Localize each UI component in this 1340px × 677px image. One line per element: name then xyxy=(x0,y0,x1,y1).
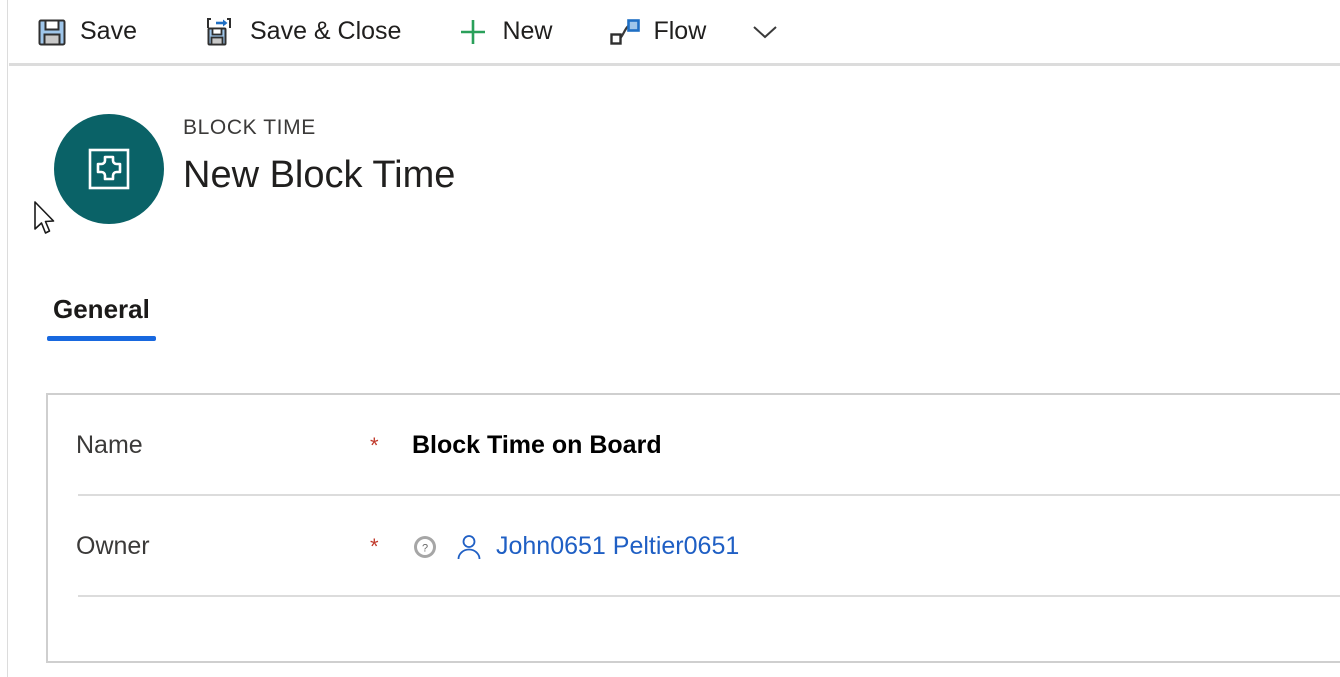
command-bar-overflow-button[interactable] xyxy=(742,4,788,60)
save-button[interactable]: Save xyxy=(31,4,143,60)
record-header: BLOCK TIME New Block Time xyxy=(9,69,1340,284)
name-field-value[interactable]: Block Time on Board xyxy=(412,431,662,460)
tab-general-label: General xyxy=(53,294,150,324)
owner-required-indicator: * xyxy=(370,536,386,558)
field-row-owner: Owner * ? John0651 Peltier0651 xyxy=(48,496,1340,597)
tab-general[interactable]: General xyxy=(47,290,156,325)
form-tab-strip: General xyxy=(9,290,1340,350)
flow-button-label: Flow xyxy=(653,17,706,46)
entity-avatar xyxy=(54,114,164,224)
save-and-close-icon xyxy=(205,16,237,48)
form-empty-area xyxy=(48,597,1340,659)
command-bar: Save Save & Close xyxy=(9,0,1340,66)
save-and-close-button[interactable]: Save & Close xyxy=(199,4,407,60)
owner-field-value: ? John0651 Peltier0651 xyxy=(412,532,739,562)
svg-text:?: ? xyxy=(422,542,428,554)
save-button-label: Save xyxy=(80,17,137,46)
app-screen: Save Save & Close xyxy=(0,0,1340,677)
owner-lookup-link[interactable]: John0651 Peltier0651 xyxy=(496,532,739,561)
plus-icon xyxy=(457,16,489,48)
left-rail xyxy=(0,0,8,677)
block-time-entity-icon xyxy=(87,147,131,191)
name-required-indicator: * xyxy=(370,435,386,457)
general-tab-form-section: Name * Block Time on Board Owner * ? xyxy=(46,393,1340,663)
field-row-name: Name * Block Time on Board xyxy=(48,395,1340,496)
person-icon xyxy=(454,532,484,562)
entity-type-label: BLOCK TIME xyxy=(183,117,455,138)
chevron-down-icon xyxy=(750,22,780,42)
page-title: New Block Time xyxy=(183,154,455,198)
save-floppy-icon xyxy=(37,17,67,47)
header-text-block: BLOCK TIME New Block Time xyxy=(183,117,455,198)
mouse-cursor xyxy=(33,200,59,240)
flow-icon xyxy=(608,17,640,47)
name-field-label: Name xyxy=(76,431,370,460)
tab-selected-indicator xyxy=(47,336,156,341)
save-and-close-button-label: Save & Close xyxy=(250,17,401,46)
new-button-label: New xyxy=(502,17,552,46)
new-button[interactable]: New xyxy=(451,4,558,60)
help-question-icon[interactable]: ? xyxy=(412,534,438,560)
flow-button[interactable]: Flow xyxy=(602,4,712,60)
owner-field-label: Owner xyxy=(76,532,370,561)
